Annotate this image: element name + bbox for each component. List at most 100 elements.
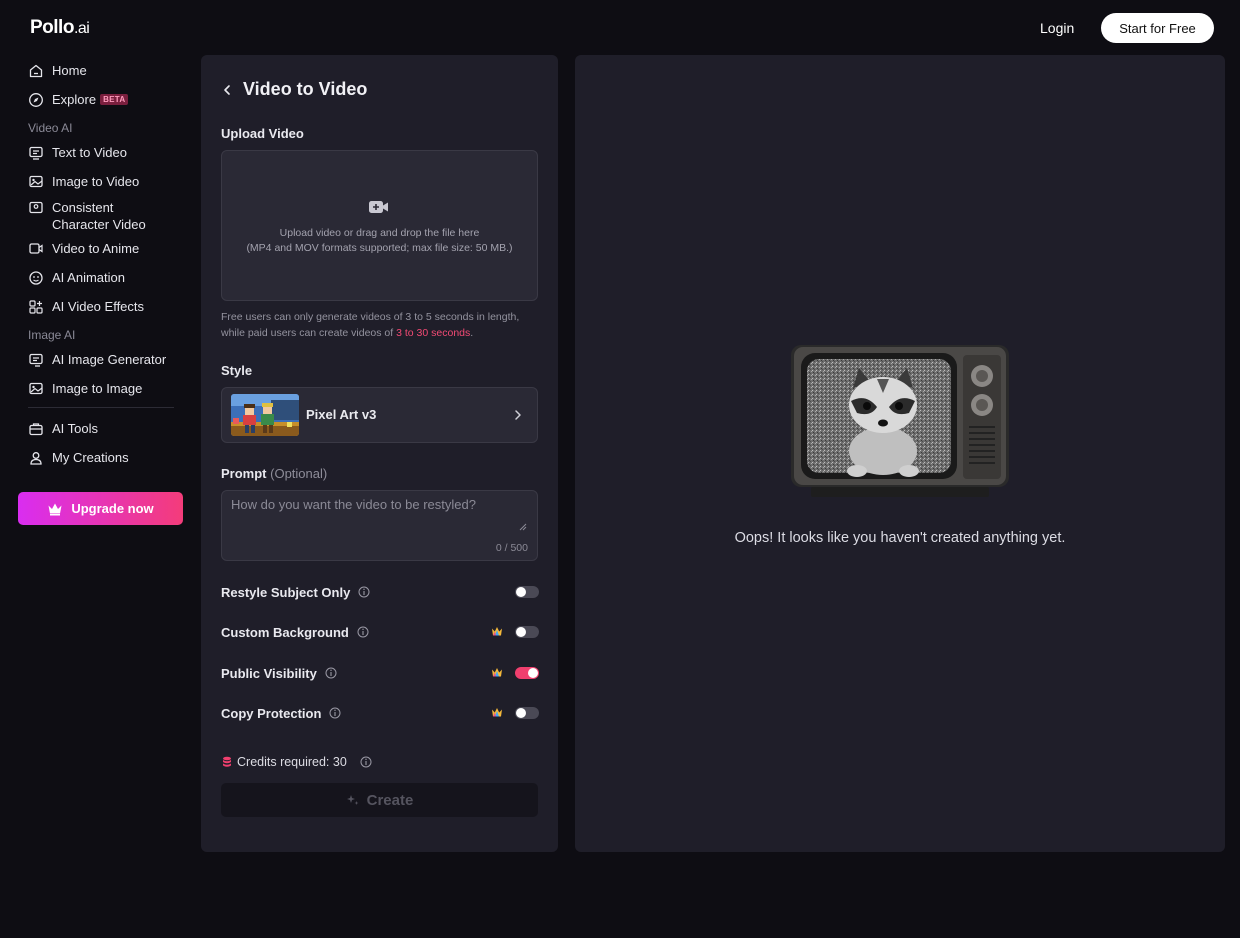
toggle-row-custom-background: Custom Background (221, 622, 539, 642)
resize-grip-icon[interactable] (519, 518, 527, 536)
sidebar-item-label: AI Animation (52, 270, 125, 285)
logo-main: Pollo (30, 17, 74, 38)
toggle-knob (516, 587, 526, 597)
user-icon (28, 450, 44, 466)
empty-state-message: Oops! It looks like you haven't created … (734, 530, 1066, 546)
restyle-subject-toggle[interactable] (515, 586, 539, 598)
custom-background-toggle[interactable] (515, 626, 539, 638)
toolbox-icon (28, 421, 44, 437)
sidebar-divider (28, 407, 174, 408)
sidebar-item-my-creations[interactable]: My Creations (18, 443, 188, 472)
sidebar-item-image-to-video[interactable]: Image to Video (18, 167, 188, 196)
sidebar-item-label: AI Image Generator (52, 352, 167, 367)
sidebar-item-text-to-video[interactable]: Text to Video (18, 138, 188, 167)
toggle-label: Public Visibility (221, 665, 317, 681)
toggle-knob (516, 627, 526, 637)
upgrade-label: Upgrade now (71, 501, 154, 516)
sidebar-item-label: Explore (52, 92, 97, 107)
prompt-field: 0 / 500 (221, 490, 538, 561)
create-label: Create (366, 791, 414, 809)
style-name: Pixel Art v3 (306, 407, 377, 422)
sidebar-item-ai-video-effects[interactable]: AI Video Effects (18, 292, 188, 321)
coins-icon (222, 756, 232, 768)
premium-crown-icon (491, 626, 503, 637)
info-icon[interactable] (329, 707, 341, 719)
upload-formats: (MP4 and MOV formats supported; max file… (246, 242, 513, 254)
logo[interactable]: Pollo.ai (30, 17, 90, 39)
login-link[interactable]: Login (1040, 20, 1074, 36)
sidebar-item-label: Video to Anime (52, 241, 140, 256)
sidebar-item-explore[interactable]: Explore BETA (18, 85, 188, 114)
sidebar-item-label: AI Video Effects (52, 299, 145, 314)
chevron-left-icon[interactable] (221, 84, 233, 96)
toggle-knob (528, 668, 538, 678)
label-line-2: Character Video (52, 217, 146, 232)
prompt-input[interactable] (222, 491, 537, 560)
create-button[interactable]: Create (221, 783, 538, 817)
credits-required: Credits required: 30 (222, 755, 372, 769)
sidebar-item-label: Image to Image (52, 381, 143, 396)
upload-instructions: Upload video or drag and drop the file h… (279, 227, 480, 239)
upload-dropzone[interactable]: Upload video or drag and drop the file h… (221, 150, 538, 301)
home-icon (28, 63, 44, 79)
sidebar: Home Explore BETA Video AI Text to Video… (18, 56, 188, 525)
image-to-image-icon (28, 381, 44, 397)
empty-state-illustration (791, 343, 1009, 506)
toggle-row-restyle-subject: Restyle Subject Only (221, 582, 539, 602)
public-visibility-toggle[interactable] (515, 667, 539, 679)
text-video-icon (28, 145, 44, 161)
video-add-icon (368, 199, 390, 220)
chevron-right-icon (513, 408, 523, 426)
effects-icon (28, 299, 44, 315)
image-video-icon (28, 174, 44, 190)
info-icon[interactable] (357, 626, 369, 638)
panel-title: Video to Video (221, 79, 367, 100)
premium-crown-icon (491, 707, 503, 718)
upload-video-label: Upload Video (221, 126, 304, 141)
style-label: Style (221, 363, 253, 378)
toggle-row-public-visibility: Public Visibility (221, 663, 539, 683)
sidebar-item-home[interactable]: Home (18, 56, 188, 85)
section-label-image-ai: Image AI (28, 328, 76, 342)
toggle-row-copy-protection: Copy Protection (221, 703, 539, 723)
toggle-label: Restyle Subject Only (221, 584, 351, 600)
info-icon[interactable] (325, 667, 337, 679)
compass-icon (28, 92, 44, 108)
sidebar-item-video-to-anime[interactable]: Video to Anime (18, 234, 188, 263)
sidebar-item-image-to-image[interactable]: Image to Image (18, 374, 188, 403)
preview-panel: Oops! It looks like you haven't created … (575, 55, 1225, 852)
start-for-free-button[interactable]: Start for Free (1101, 13, 1214, 43)
image-generator-icon (28, 352, 44, 368)
sidebar-item-label: AI Tools (52, 421, 99, 436)
sidebar-item-ai-tools[interactable]: AI Tools (18, 414, 188, 443)
sidebar-item-label: Text to Video (52, 145, 127, 160)
prompt-char-count: 0 / 500 (495, 542, 528, 554)
sparkle-icon (346, 793, 360, 807)
prompt-label: Prompt (Optional) (221, 466, 327, 481)
logo-suffix: .ai (73, 20, 90, 37)
sidebar-item-label: Home (52, 63, 87, 78)
sidebar-item-label: Image to Video (52, 174, 140, 189)
character-video-icon (28, 200, 44, 216)
section-label-video-ai: Video AI (28, 121, 73, 135)
info-icon[interactable] (358, 586, 370, 598)
toggle-label: Copy Protection (221, 705, 322, 721)
note-text: Free users can only generate videos of 3… (221, 311, 520, 339)
video-to-video-panel: Video to Video Upload Video Upload video… (201, 55, 558, 852)
sidebar-item-ai-animation[interactable]: AI Animation (18, 263, 188, 292)
sidebar-item-ai-image-generator[interactable]: AI Image Generator (18, 345, 188, 374)
label-line-1: Consistent (52, 200, 114, 215)
anime-icon (28, 241, 44, 257)
copy-protection-toggle[interactable] (515, 707, 539, 719)
upgrade-now-button[interactable]: Upgrade now (18, 492, 183, 525)
credits-text: Credits required: 30 (237, 755, 347, 769)
animation-icon (28, 270, 44, 286)
info-icon[interactable] (360, 756, 372, 768)
style-selector[interactable]: Pixel Art v3 (221, 387, 538, 443)
note-suffix: . (470, 327, 474, 339)
sidebar-item-label: Consistent Character Video (52, 199, 146, 233)
sidebar-item-consistent-character-video[interactable]: Consistent Character Video (18, 196, 188, 234)
crown-icon (47, 502, 63, 516)
toggle-label: Custom Background (221, 624, 349, 640)
length-note: Free users can only generate videos of 3… (221, 309, 538, 341)
